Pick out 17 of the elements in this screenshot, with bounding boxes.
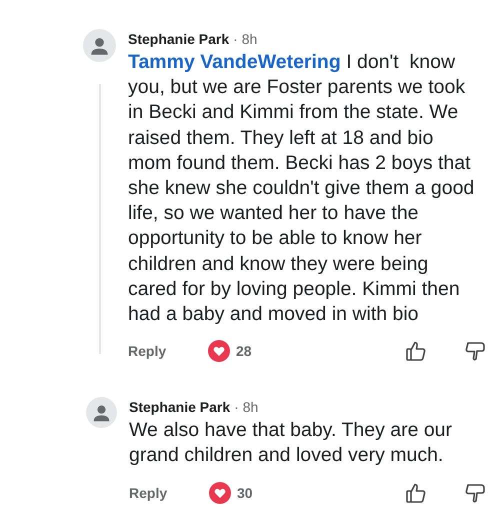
comment-time: · 8h <box>233 31 258 47</box>
thumbs-down-icon[interactable] <box>464 340 486 362</box>
thumbs-down-icon[interactable] <box>464 482 486 504</box>
comment-text: Tammy VandeWetering I don't know you, but we are Foster parents we took in Becki and Kimmi from the state. We raised them. They left at 18 and bio mom found them. Becki has 2 boys that she knew she couldn't give them a good life, so we wanted her to have the opportunity to be able to know her children and know they were being cared for by loving people. Kimmi then had a baby and moved in with bio <box>128 50 476 328</box>
comment-text: We also have that baby. They are our grand children and loved very much. <box>129 418 454 468</box>
mention-link[interactable]: Tammy VandeWetering <box>128 51 341 73</box>
author-name[interactable]: Stephanie Park <box>129 399 230 416</box>
comment-time: · 8h <box>234 399 258 416</box>
author-name[interactable]: Stephanie Park <box>128 31 230 47</box>
thumbs-up-icon[interactable] <box>405 482 427 504</box>
avatar-icon <box>83 29 116 62</box>
avatar-icon <box>86 397 117 428</box>
thumbs-up-icon[interactable] <box>405 340 427 362</box>
reaction-count: 28 <box>236 343 252 360</box>
reaction-count: 30 <box>237 484 253 501</box>
reply-button[interactable]: Reply <box>128 343 208 360</box>
reply-button[interactable]: Reply <box>129 484 209 501</box>
